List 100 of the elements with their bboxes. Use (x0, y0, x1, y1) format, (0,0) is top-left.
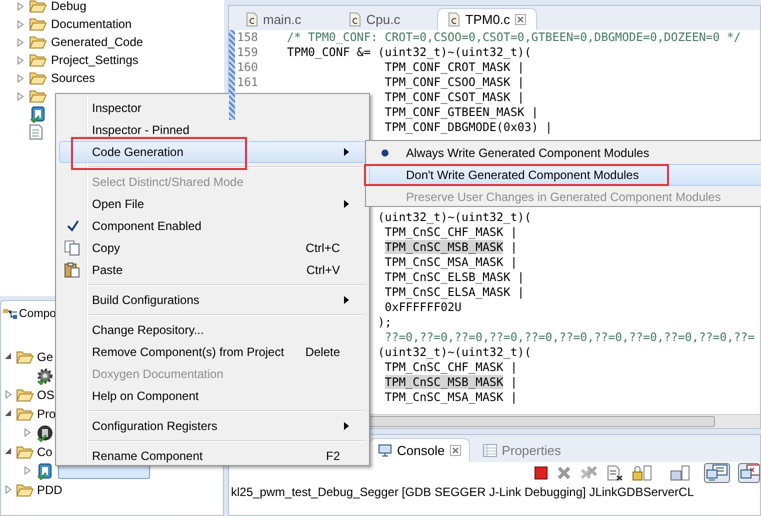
menu-item[interactable]: Code Generation (59, 141, 366, 163)
expand-arrow-icon[interactable] (16, 2, 25, 10)
menu-item[interactable]: Copy Ctrl+C (59, 237, 366, 259)
folder-icon (29, 35, 47, 49)
close-icon[interactable] (450, 445, 461, 456)
stop-icon[interactable] (534, 466, 548, 480)
remove-icon[interactable] (556, 465, 572, 481)
paste-icon (64, 262, 80, 278)
menu-item[interactable]: Change Repository... (59, 319, 366, 341)
expand-arrow-icon[interactable] (23, 466, 32, 475)
collapse-arrow-icon[interactable] (4, 447, 13, 456)
display-console-icon[interactable] (704, 463, 730, 483)
line-number: 161 (236, 75, 259, 90)
code-line: TPM_CnSC_ELSB_MASK | (384, 270, 524, 285)
line-number: 159 (236, 45, 259, 60)
console-output: kl25_pwm_test_Debug_Segger [GDB SEGGER J-Link Debugging] JLinkGDBServerCL (230, 484, 695, 500)
gear-icon (36, 366, 54, 384)
code-line: TPM_CnSC_CHF_MASK | (384, 360, 518, 375)
scroll-lock-icon[interactable] (632, 465, 652, 481)
folder-icon (29, 53, 47, 67)
tree-item[interactable]: Documentation (51, 17, 132, 31)
menu-item[interactable]: Open File (59, 193, 366, 215)
tree-item[interactable]: Generated_Code (51, 35, 144, 49)
code-comment: /* TPM0_CONF: CROT=0,CSOO=0,CSOT=0,GTBEEN=0,DBGMODE=0,DOZEEN=0 */ (287, 30, 741, 45)
tree-item[interactable]: Pro (37, 406, 56, 420)
menu-item[interactable]: Build Configurations (59, 289, 366, 311)
code-comment: ??=0,??=0,??=0,??=0,??=0,??=0,??=0,??=0,??=0,??=0,??= (384, 330, 755, 345)
editor-tab[interactable]: TPM0.c (437, 8, 538, 30)
component-icon (29, 105, 47, 123)
expand-arrow-icon[interactable] (16, 38, 25, 46)
table-icon (482, 444, 497, 457)
expand-arrow-icon[interactable] (16, 56, 25, 64)
menu-item[interactable]: Always Write Generated Component Modules (369, 142, 761, 164)
folder-icon (16, 482, 34, 496)
folder-icon (16, 444, 34, 458)
folder-icon (29, 17, 47, 31)
components-view-icon (3, 308, 17, 320)
display-console-icon[interactable] (738, 463, 760, 483)
tree-item[interactable]: Ge (37, 350, 54, 364)
c-file-icon (349, 12, 362, 27)
code-line: TPM_CnSC_MSA_MASK | (384, 255, 518, 270)
menu-item[interactable]: Remove Component(s) from Project Delete (59, 341, 366, 363)
collapse-arrow-icon[interactable] (4, 352, 13, 361)
close-icon[interactable] (515, 14, 526, 25)
code-line: (uint32_t)~(uint32_t)( (378, 210, 532, 225)
copy-icon (64, 240, 80, 256)
tree-item[interactable]: Co (37, 444, 52, 458)
menu-item[interactable]: Help on Component (59, 385, 366, 407)
code-line: TPM_CONF_DBGMODE(0x03) | (384, 120, 552, 135)
tree-item[interactable]: Debug (51, 0, 86, 13)
code-line: TPM_CnSC_MSB_MASK | (384, 375, 518, 390)
editor-tab[interactable]: Cpu.c (338, 8, 412, 30)
folder-icon (29, 89, 47, 103)
tree-item[interactable]: OS (37, 388, 54, 402)
code-line: 0xFFFFFF02U (384, 300, 462, 315)
expand-arrow-icon[interactable] (23, 428, 32, 437)
folder-icon (16, 388, 34, 402)
file-icon (29, 124, 43, 140)
tree-item[interactable]: PDD (37, 482, 62, 496)
chip-icon (36, 424, 54, 442)
expand-arrow-icon[interactable] (4, 390, 13, 399)
c-file-icon (448, 12, 460, 27)
clear-console-icon[interactable] (606, 465, 624, 481)
view-tab[interactable]: Properties (474, 438, 570, 462)
expand-arrow-icon[interactable] (4, 485, 13, 494)
code-line: TPM_CONF_CROT_MASK | (384, 60, 524, 75)
menu-item[interactable]: Configuration Registers (59, 415, 366, 437)
code-line: TPM0_CONF &= (uint32_t)~(uint32_t)( (287, 45, 532, 60)
view-tab[interactable]: Console (369, 438, 470, 462)
code-line: TPM_CnSC_CHF_MASK | (384, 225, 518, 240)
code-line: TPM_CONF_CSOT_MASK | (384, 90, 524, 105)
component-icon (36, 462, 54, 480)
folder-icon (16, 406, 34, 420)
menu-item[interactable]: Inspector (59, 97, 366, 119)
tree-item[interactable]: Sources (51, 71, 96, 85)
menu-item[interactable]: Rename Component F2 (59, 445, 366, 467)
folder-icon (29, 71, 47, 85)
expand-arrow-icon[interactable] (16, 92, 25, 100)
c-file-icon (246, 12, 258, 27)
folder-icon (16, 350, 34, 364)
tree-item[interactable]: Project_Settings (51, 53, 138, 67)
expand-arrow-icon[interactable] (16, 20, 25, 28)
expand-arrow-icon[interactable] (16, 74, 25, 82)
menu-item[interactable]: Paste Ctrl+V (59, 259, 366, 281)
code-line: TPM_CONF_CSOO_MASK | (384, 75, 524, 90)
line-number: 158 (236, 30, 259, 45)
menu-item[interactable]: Component Enabled (59, 215, 366, 237)
panel-title[interactable]: Compo (19, 308, 56, 320)
code-line: TPM_CnSC_MSA_MASK | (384, 390, 518, 405)
remove-all-icon[interactable] (580, 465, 598, 481)
folder-icon (29, 0, 47, 13)
code-line: ); (378, 315, 392, 330)
pin-console-icon[interactable] (670, 465, 690, 481)
code-line: TPM_CONF_GTBEEN_MASK | (384, 105, 538, 120)
line-number: 160 (236, 60, 259, 75)
editor-tab[interactable]: main.c (235, 8, 312, 30)
menu-item[interactable]: Inspector - Pinned (59, 119, 366, 141)
code-line: TPM_CnSC_MSB_MASK | (384, 240, 518, 255)
monitor-icon (378, 444, 392, 457)
collapse-arrow-icon[interactable] (4, 409, 13, 418)
